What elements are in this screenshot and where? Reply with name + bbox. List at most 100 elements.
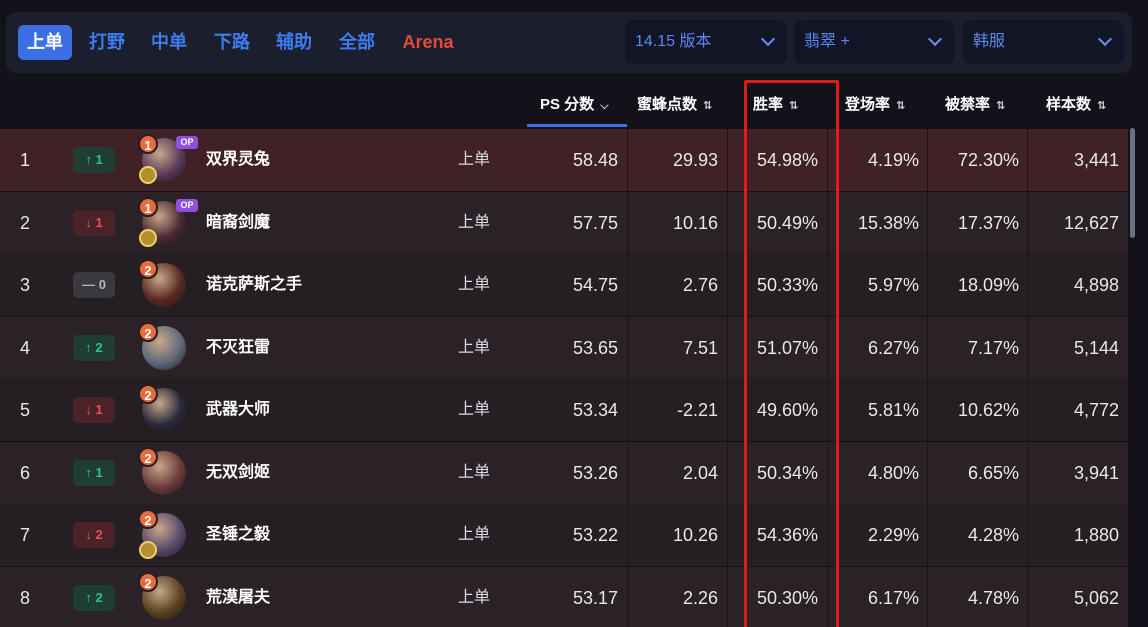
rank-number: 6 xyxy=(20,462,31,483)
column-divider xyxy=(1027,504,1028,566)
column-divider xyxy=(827,129,828,191)
table-row[interactable]: 3 — 0 2 诺克萨斯之手 上单 54.75 2.76 50.33% 5.97% 18.09% 4… xyxy=(0,254,1128,316)
table-row[interactable]: 8 ↑ 2 2 荒漠屠夫 上单 53.17 2.26 50.30% 6.17% 4.78% 5,06… xyxy=(0,566,1128,627)
win-rate-value: 50.49% xyxy=(756,212,818,233)
header-pick-rate[interactable]: 登场率 ⇅ xyxy=(845,92,905,118)
ban-rate-value: 18.09% xyxy=(957,275,1019,295)
ban-rate-value: 7.17% xyxy=(967,337,1019,358)
column-divider xyxy=(727,129,728,191)
header-pick-label: 登场率 xyxy=(845,96,891,113)
version-select[interactable]: 14.15 版本 xyxy=(625,20,787,64)
ban-rate-value: 4.78% xyxy=(967,587,1019,608)
column-divider xyxy=(927,254,928,316)
bee-points-value: 10.16 xyxy=(672,212,718,233)
filter-bar: 上单 打野 中单 下路 辅助 全部 Arena 14.15 版本 翡翠 + 韩服 xyxy=(6,12,1132,73)
champion-name[interactable]: 圣锤之毅 xyxy=(206,504,270,566)
pick-rate-value: 6.27% xyxy=(867,337,919,358)
sample-size-value: 3,941 xyxy=(1073,462,1119,483)
coin-icon xyxy=(139,166,157,184)
table-row[interactable]: 5 ↓ 1 2 武器大师 上单 53.34 -2.21 49.60% 5.81% 10.62% 4,… xyxy=(0,379,1128,441)
rank-number: 3 xyxy=(20,275,31,295)
table-row[interactable]: 6 ↑ 1 2 无双剑姬 上单 53.26 2.04 50.34% 4.80% 6.65% 3,94… xyxy=(0,441,1128,504)
champion-name[interactable]: 荒漠屠夫 xyxy=(206,567,270,627)
win-rate-value: 50.33% xyxy=(756,275,818,295)
column-divider xyxy=(727,566,728,627)
ban-rate-value: 4.28% xyxy=(967,525,1019,545)
rank-trend-badge: ↓ 1 xyxy=(73,397,115,423)
champion-role: 上单 xyxy=(458,401,491,418)
column-divider xyxy=(727,191,728,254)
bee-points-value: -2.21 xyxy=(676,400,718,420)
champion-role: 上单 xyxy=(458,213,491,231)
pick-rate-value: 2.29% xyxy=(867,525,919,545)
column-divider xyxy=(927,504,928,566)
champion-name[interactable]: 双界灵兔 xyxy=(206,129,270,191)
champion-name[interactable]: 武器大师 xyxy=(206,379,270,441)
sample-size-value: 4,772 xyxy=(1073,400,1119,420)
tier-badge: 1 xyxy=(138,134,158,154)
header-bee-points[interactable]: 蜜蜂点数 ⇅ xyxy=(637,92,712,118)
tab-arena[interactable]: Arena xyxy=(398,25,458,60)
champion-name[interactable]: 暗裔剑魔 xyxy=(206,192,270,254)
column-divider xyxy=(1027,316,1028,379)
header-sample-size[interactable]: 样本数 ⇅ xyxy=(1046,92,1106,118)
rank-select[interactable]: 翡翠 + xyxy=(794,20,954,64)
tab-bot[interactable]: 下路 xyxy=(209,25,255,60)
ps-score-value: 53.65 xyxy=(572,337,618,358)
header-win-label: 胜率 xyxy=(753,96,784,113)
sample-size-value: 5,144 xyxy=(1073,337,1119,358)
ps-score-value: 54.75 xyxy=(572,275,618,295)
bee-points-value: 2.76 xyxy=(682,275,718,295)
header-ban-rate[interactable]: 被禁率 ⇅ xyxy=(945,92,1005,118)
table-row[interactable]: 7 ↓ 2 2 圣锤之毅 上单 53.22 10.26 54.36% 2.29% 4.28% 1,8… xyxy=(0,504,1128,566)
bee-points-value: 29.93 xyxy=(672,150,718,170)
header-active-underline xyxy=(527,124,627,127)
tab-all[interactable]: 全部 xyxy=(334,25,380,60)
region-select[interactable]: 韩服 xyxy=(963,20,1124,64)
champion-name[interactable]: 诺克萨斯之手 xyxy=(206,254,302,316)
pick-rate-value: 4.80% xyxy=(867,462,919,483)
ban-rate-value: 17.37% xyxy=(957,212,1019,233)
pick-rate-value: 5.81% xyxy=(867,400,919,420)
tier-badge: 2 xyxy=(138,509,158,529)
column-divider xyxy=(927,191,928,254)
sample-size-value: 3,441 xyxy=(1073,150,1119,170)
op-badge: OP xyxy=(176,198,198,212)
version-select-value: 14.15 版本 xyxy=(635,33,712,50)
champion-role: 上单 xyxy=(458,463,491,481)
column-divider xyxy=(827,316,828,379)
ps-score-value: 57.75 xyxy=(572,212,618,233)
sort-icon: ⇅ xyxy=(789,100,799,112)
rank-trend-badge: ↑ 2 xyxy=(73,334,115,361)
ps-score-value: 53.17 xyxy=(572,587,618,608)
header-bee-label: 蜜蜂点数 xyxy=(637,96,698,113)
column-divider xyxy=(727,316,728,379)
scrollbar[interactable] xyxy=(1130,128,1135,238)
table-row[interactable]: 1 ↑ 1 1 OP 双界灵兔 上单 58.48 29.93 54.98% 4.19% 72.30%… xyxy=(0,129,1128,191)
table-row[interactable]: 2 ↓ 1 1 OP 暗裔剑魔 上单 57.75 10.16 50.49% 15.38% 17.37… xyxy=(0,191,1128,254)
champion-role: 上单 xyxy=(458,276,491,293)
ban-rate-value: 6.65% xyxy=(967,462,1019,483)
win-rate-value: 50.30% xyxy=(756,587,818,608)
champion-name[interactable]: 不灭狂雷 xyxy=(206,317,270,379)
champion-name[interactable]: 无双剑姬 xyxy=(206,442,270,504)
header-win-rate[interactable]: 胜率 ⇅ xyxy=(753,92,798,118)
tab-support[interactable]: 辅助 xyxy=(271,25,317,60)
ps-score-value: 53.26 xyxy=(572,462,618,483)
header-ps-score[interactable]: PS 分数 ⌵ xyxy=(540,92,609,118)
ps-score-value: 53.34 xyxy=(572,400,618,420)
tab-mid[interactable]: 中单 xyxy=(146,25,192,60)
op-badge: OP xyxy=(176,136,198,149)
champion-role: 上单 xyxy=(458,526,491,543)
tab-jungle[interactable]: 打野 xyxy=(84,25,130,60)
rank-trend-badge: ↓ 2 xyxy=(73,522,115,548)
bee-points-value: 10.26 xyxy=(672,525,718,545)
column-divider xyxy=(927,379,928,441)
chevron-down-icon: ⌵ xyxy=(600,100,609,112)
tab-top[interactable]: 上单 xyxy=(18,25,72,60)
pick-rate-value: 6.17% xyxy=(867,587,919,608)
table-row[interactable]: 4 ↑ 2 2 不灭狂雷 上单 53.65 7.51 51.07% 6.27% 7.17% 5,14… xyxy=(0,316,1128,379)
coin-icon xyxy=(139,228,157,247)
column-divider xyxy=(827,566,828,627)
rank-number: 2 xyxy=(20,212,31,233)
